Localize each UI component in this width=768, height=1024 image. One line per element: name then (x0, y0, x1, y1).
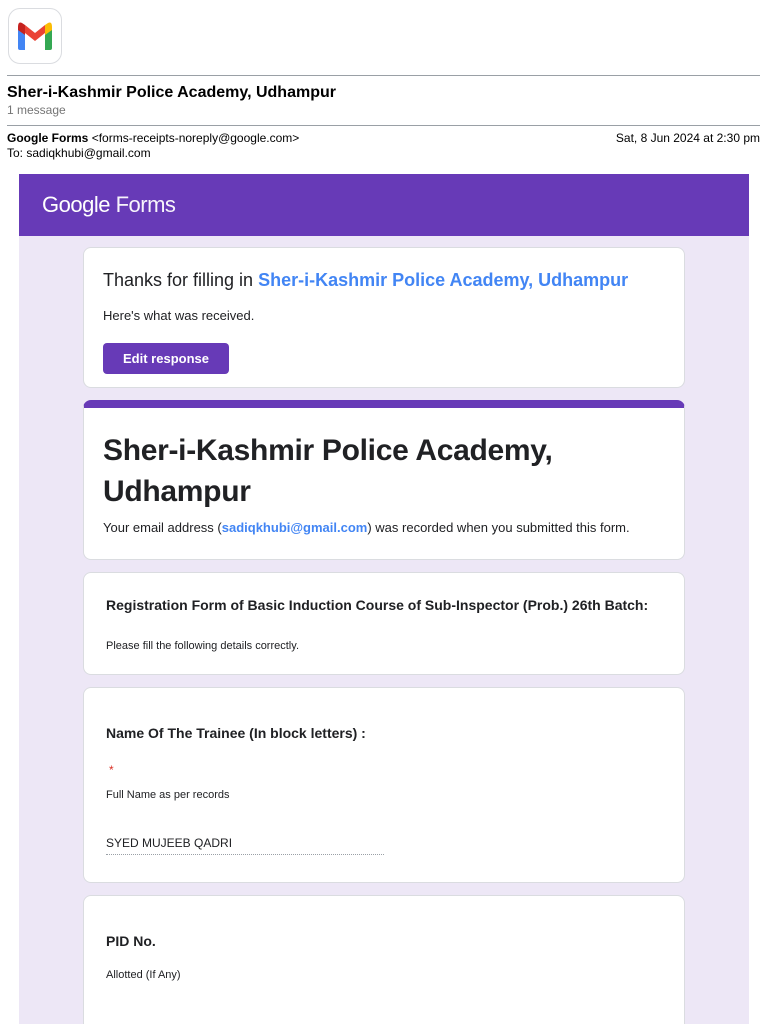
required-asterisk: * (109, 763, 114, 777)
thanks-card: Thanks for filling in Sher-i-Kashmir Pol… (83, 247, 685, 388)
question-help-text: Full Name as per records (106, 789, 230, 801)
google-forms-banner: Google Forms (19, 174, 749, 236)
recipient-line: To: sadiqkhubi@gmail.com (7, 146, 151, 160)
question-title: PID No. (106, 933, 156, 949)
form-title-link[interactable]: Sher-i-Kashmir Police Academy, Udhampur (258, 270, 628, 290)
sender-name[interactable]: Google Forms (7, 131, 88, 145)
answer-value: SYED MUJEEB QADRI (106, 836, 384, 855)
sender-line: Google Forms <forms-receipts-noreply@goo… (7, 131, 299, 145)
thanks-heading: Thanks for filling in Sher-i-Kashmir Pol… (103, 270, 628, 291)
section-title: Registration Form of Basic Induction Cou… (106, 597, 649, 613)
question-card-name: Name Of The Trainee (In block letters) :… (83, 687, 685, 883)
subject-divider (7, 125, 760, 126)
received-note: Here's what was received. (103, 308, 255, 323)
google-forms-logo: Google Forms (42, 192, 176, 218)
email-note-prefix: Your email address ( (103, 520, 222, 535)
email-subject: Sher-i-Kashmir Police Academy, Udhampur (7, 84, 336, 101)
sender-address: <forms-receipts-noreply@google.com> (91, 131, 300, 145)
thanks-prefix: Thanks for filling in (103, 270, 259, 290)
form-title: Sher-i-Kashmir Police Academy, Udhampur (103, 434, 553, 508)
gmail-logo-icon (8, 8, 62, 64)
section-description: Please fill the following details correc… (106, 640, 299, 652)
email-note-suffix: ) was recorded when you submitted this f… (367, 520, 630, 535)
form-title-card: Sher-i-Kashmir Police Academy, Udhampur … (83, 400, 685, 560)
recorded-email-link[interactable]: sadiqkhubi@gmail.com (222, 520, 368, 535)
message-count: 1 message (7, 103, 66, 117)
email-date: Sat, 8 Jun 2024 at 2:30 pm (615, 131, 760, 145)
question-help-text: Allotted (If Any) (106, 969, 181, 981)
section-card: Registration Form of Basic Induction Cou… (83, 572, 685, 675)
forms-wordmark: Forms (115, 192, 176, 217)
google-wordmark: Google (42, 192, 110, 217)
edit-response-button[interactable]: Edit response (103, 343, 229, 374)
question-card-pid: PID No. Allotted (If Any) (83, 895, 685, 1024)
question-title: Name Of The Trainee (In block letters) : (106, 725, 366, 741)
header-divider (7, 75, 760, 76)
email-recorded-note: Your email address (sadiqkhubi@gmail.com… (103, 520, 630, 535)
